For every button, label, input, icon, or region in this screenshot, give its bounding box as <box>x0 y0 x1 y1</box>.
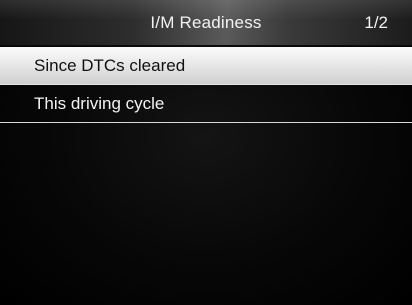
page-title: I/M Readiness <box>150 13 262 32</box>
menu-item-this-driving-cycle[interactable]: This driving cycle <box>0 85 412 123</box>
title-bar: I/M Readiness 1/2 <box>0 0 412 46</box>
menu-item-since-dtcs-cleared[interactable]: Since DTCs cleared <box>0 47 412 85</box>
scanner-screen: I/M Readiness 1/2 Since DTCs cleared Thi… <box>0 0 412 305</box>
menu-list: Since DTCs cleared This driving cycle <box>0 47 412 123</box>
page-indicator: 1/2 <box>364 13 388 32</box>
